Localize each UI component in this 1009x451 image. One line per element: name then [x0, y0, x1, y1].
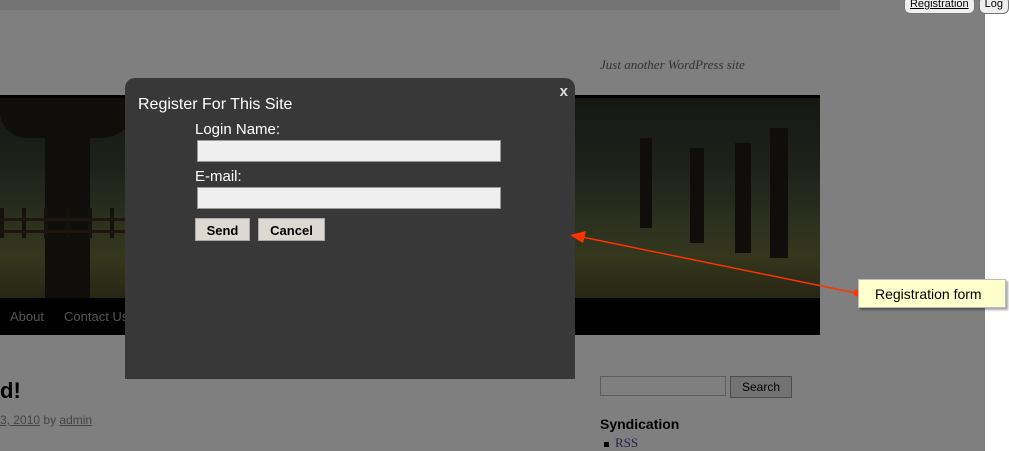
annotation-callout: Registration form: [858, 279, 1006, 308]
annotation-arrow: [570, 231, 861, 297]
arrow-line: [581, 236, 857, 294]
arrowhead-icon: [570, 231, 586, 243]
